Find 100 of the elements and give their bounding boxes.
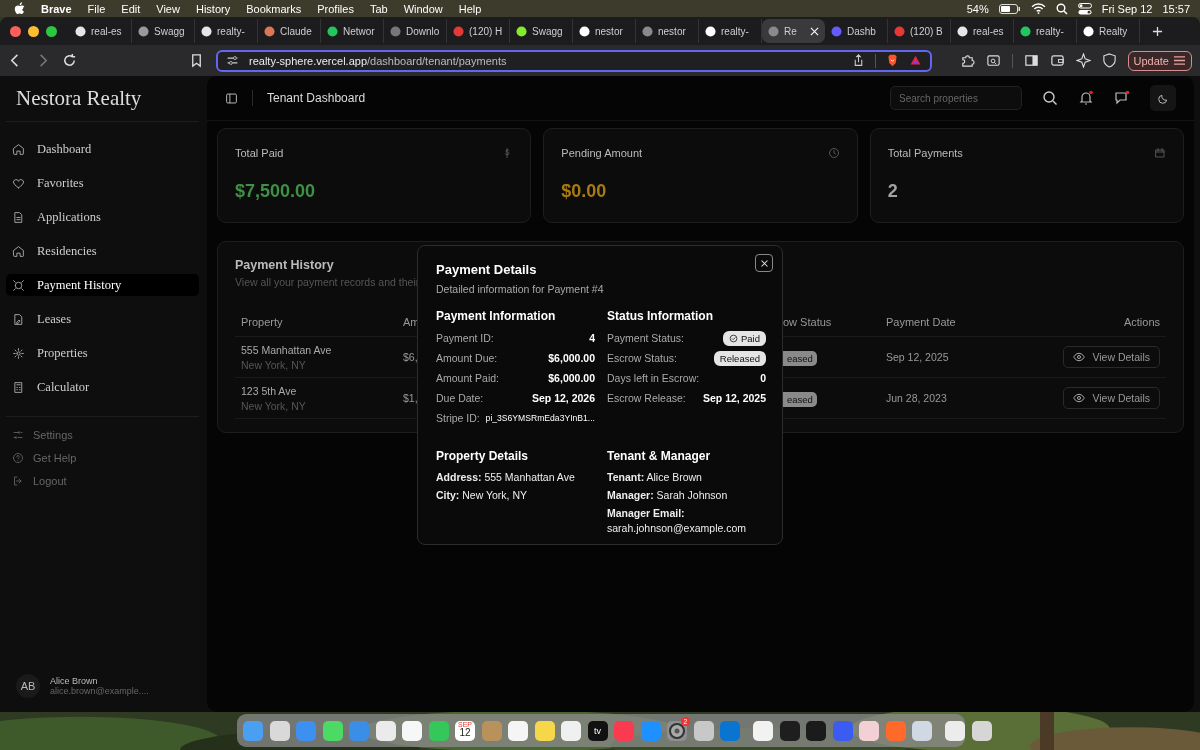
menu-item[interactable]: View — [156, 2, 180, 15]
address-bar[interactable]: realty-sphere.vercel.app/dashboard/tenant/payments — [216, 49, 932, 72]
search-icon[interactable] — [1042, 90, 1058, 106]
browser-tab[interactable]: realty- — [1014, 19, 1077, 43]
sidebar-item[interactable]: Residencies — [6, 240, 199, 262]
browser-tab[interactable]: Swagg — [510, 19, 573, 43]
site-settings-icon[interactable] — [226, 54, 239, 67]
new-tab-icon[interactable] — [1152, 25, 1163, 37]
lion-shield-icon[interactable] — [886, 54, 899, 67]
app-icon[interactable] — [508, 720, 528, 741]
menu-item[interactable]: Profiles — [317, 2, 354, 15]
battery-icon[interactable] — [998, 3, 1021, 14]
menu-bar-date[interactable]: Fri Sep 12 — [1101, 2, 1153, 15]
tv-app-icon[interactable]: tv — [587, 720, 608, 741]
sidebar-item[interactable]: Favorites — [6, 172, 199, 194]
user-email: alice.brown@example.... — [50, 686, 149, 696]
browser-tab[interactable]: Downlo — [384, 19, 447, 43]
chat-icon[interactable] — [1114, 90, 1130, 106]
app-icon[interactable] — [753, 720, 773, 741]
puzzle-icon[interactable] — [959, 53, 975, 68]
app-icon[interactable] — [269, 720, 290, 741]
payment-date-cell: Sep 12, 2025 — [886, 351, 949, 363]
browser-tab[interactable]: real-es — [951, 19, 1014, 43]
app-icon[interactable] — [402, 720, 422, 741]
wifi-icon[interactable] — [1030, 3, 1046, 14]
browser-tab[interactable]: Re — [762, 19, 825, 43]
help-icon — [12, 452, 24, 464]
field-label: Amount Due: — [436, 352, 498, 364]
menu-item[interactable]: Tab — [369, 2, 388, 15]
app-icon[interactable] — [534, 720, 555, 741]
sparkle-icon[interactable] — [1075, 53, 1091, 68]
browser-tab[interactable]: realty- — [195, 19, 258, 43]
menu-item[interactable]: Edit — [121, 2, 141, 15]
app-icon[interactable] — [322, 720, 343, 741]
app-icon[interactable] — [779, 720, 800, 741]
app-icon[interactable] — [561, 720, 581, 741]
sidebar-icon[interactable] — [1023, 53, 1039, 68]
triangle-icon[interactable] — [909, 54, 922, 67]
minimize-window-button[interactable] — [28, 25, 39, 37]
app-menu[interactable]: Brave — [41, 2, 72, 15]
brand-logo[interactable]: Nestora Realty — [6, 76, 199, 122]
theme-toggle-button[interactable] — [1150, 85, 1176, 111]
tab-search-icon[interactable] — [985, 53, 1001, 68]
apple-logo-icon[interactable] — [14, 2, 25, 15]
app-icon[interactable] — [945, 720, 965, 741]
browser-tab[interactable]: Networ — [321, 19, 384, 43]
browser-tab[interactable]: Swagg — [132, 19, 195, 43]
view-details-button[interactable]: View Details — [1063, 387, 1160, 409]
close-tab-icon[interactable] — [810, 26, 819, 36]
browser-tab[interactable]: nestor — [573, 19, 636, 43]
calendar-icon — [1154, 147, 1166, 159]
browser-tab[interactable]: nestor — [636, 19, 699, 43]
menu-item[interactable]: Bookmarks — [246, 2, 302, 15]
sidebar-item[interactable]: Applications — [6, 206, 199, 228]
share-icon[interactable] — [852, 54, 865, 67]
amount-cell: $1, — [403, 392, 418, 404]
site-icon — [894, 25, 905, 37]
browser-tab[interactable]: (120) B — [888, 19, 951, 43]
bell-icon[interactable] — [1078, 90, 1094, 106]
browser-tab[interactable]: (120) H — [447, 19, 510, 43]
control-center-icon[interactable] — [1077, 2, 1092, 15]
browser-tab[interactable]: Claude — [258, 19, 321, 43]
app-icon[interactable] — [859, 720, 879, 741]
bookmark-icon[interactable] — [189, 53, 204, 68]
app-icon[interactable] — [806, 720, 826, 741]
menu-item[interactable]: File — [87, 2, 106, 15]
sidebar-item[interactable]: Dashboard — [6, 138, 199, 160]
close-window-button[interactable] — [10, 25, 21, 37]
shield-icon[interactable] — [1101, 53, 1117, 68]
sidebar-item[interactable]: Properties — [6, 342, 199, 364]
menu-item[interactable]: Window — [403, 2, 443, 15]
eye-icon — [1073, 351, 1086, 363]
app-icon[interactable] — [693, 720, 714, 741]
user-avatar[interactable]: AB — [16, 674, 40, 698]
app-icon[interactable] — [375, 720, 396, 741]
sidebar-toggle-icon[interactable] — [225, 91, 238, 105]
view-details-button[interactable]: View Details — [1063, 346, 1160, 368]
menu-item[interactable]: Help — [458, 2, 482, 15]
update-button[interactable]: Update — [1127, 50, 1192, 71]
menu-item[interactable]: History — [195, 2, 231, 15]
browser-tab[interactable]: real-es — [69, 19, 132, 43]
reload-icon[interactable] — [62, 53, 77, 68]
search-icon[interactable] — [1055, 2, 1068, 15]
site-icon — [453, 25, 464, 37]
browser-tab[interactable]: Dashb — [825, 19, 888, 43]
search-field[interactable]: Search properties — [890, 86, 1022, 110]
sidebar-item[interactable]: Leases — [6, 308, 199, 330]
close-button[interactable] — [755, 254, 773, 272]
sidebar-item[interactable]: Payment History — [6, 274, 199, 296]
stat-value: 2 — [887, 181, 899, 202]
zoom-window-button[interactable] — [46, 25, 57, 37]
app-icon[interactable] — [912, 720, 932, 741]
amount-cell: $6, — [403, 351, 418, 363]
menu-bar-time[interactable]: 15:57 — [1162, 2, 1190, 15]
wallet-icon[interactable] — [1049, 53, 1065, 68]
browser-tab[interactable]: realty- — [699, 19, 762, 43]
browser-tab[interactable]: Realty — [1077, 19, 1140, 43]
sidebar-item[interactable]: Calculator — [6, 376, 199, 398]
column-header: ow Status — [783, 316, 832, 328]
site-icon — [1083, 25, 1094, 37]
